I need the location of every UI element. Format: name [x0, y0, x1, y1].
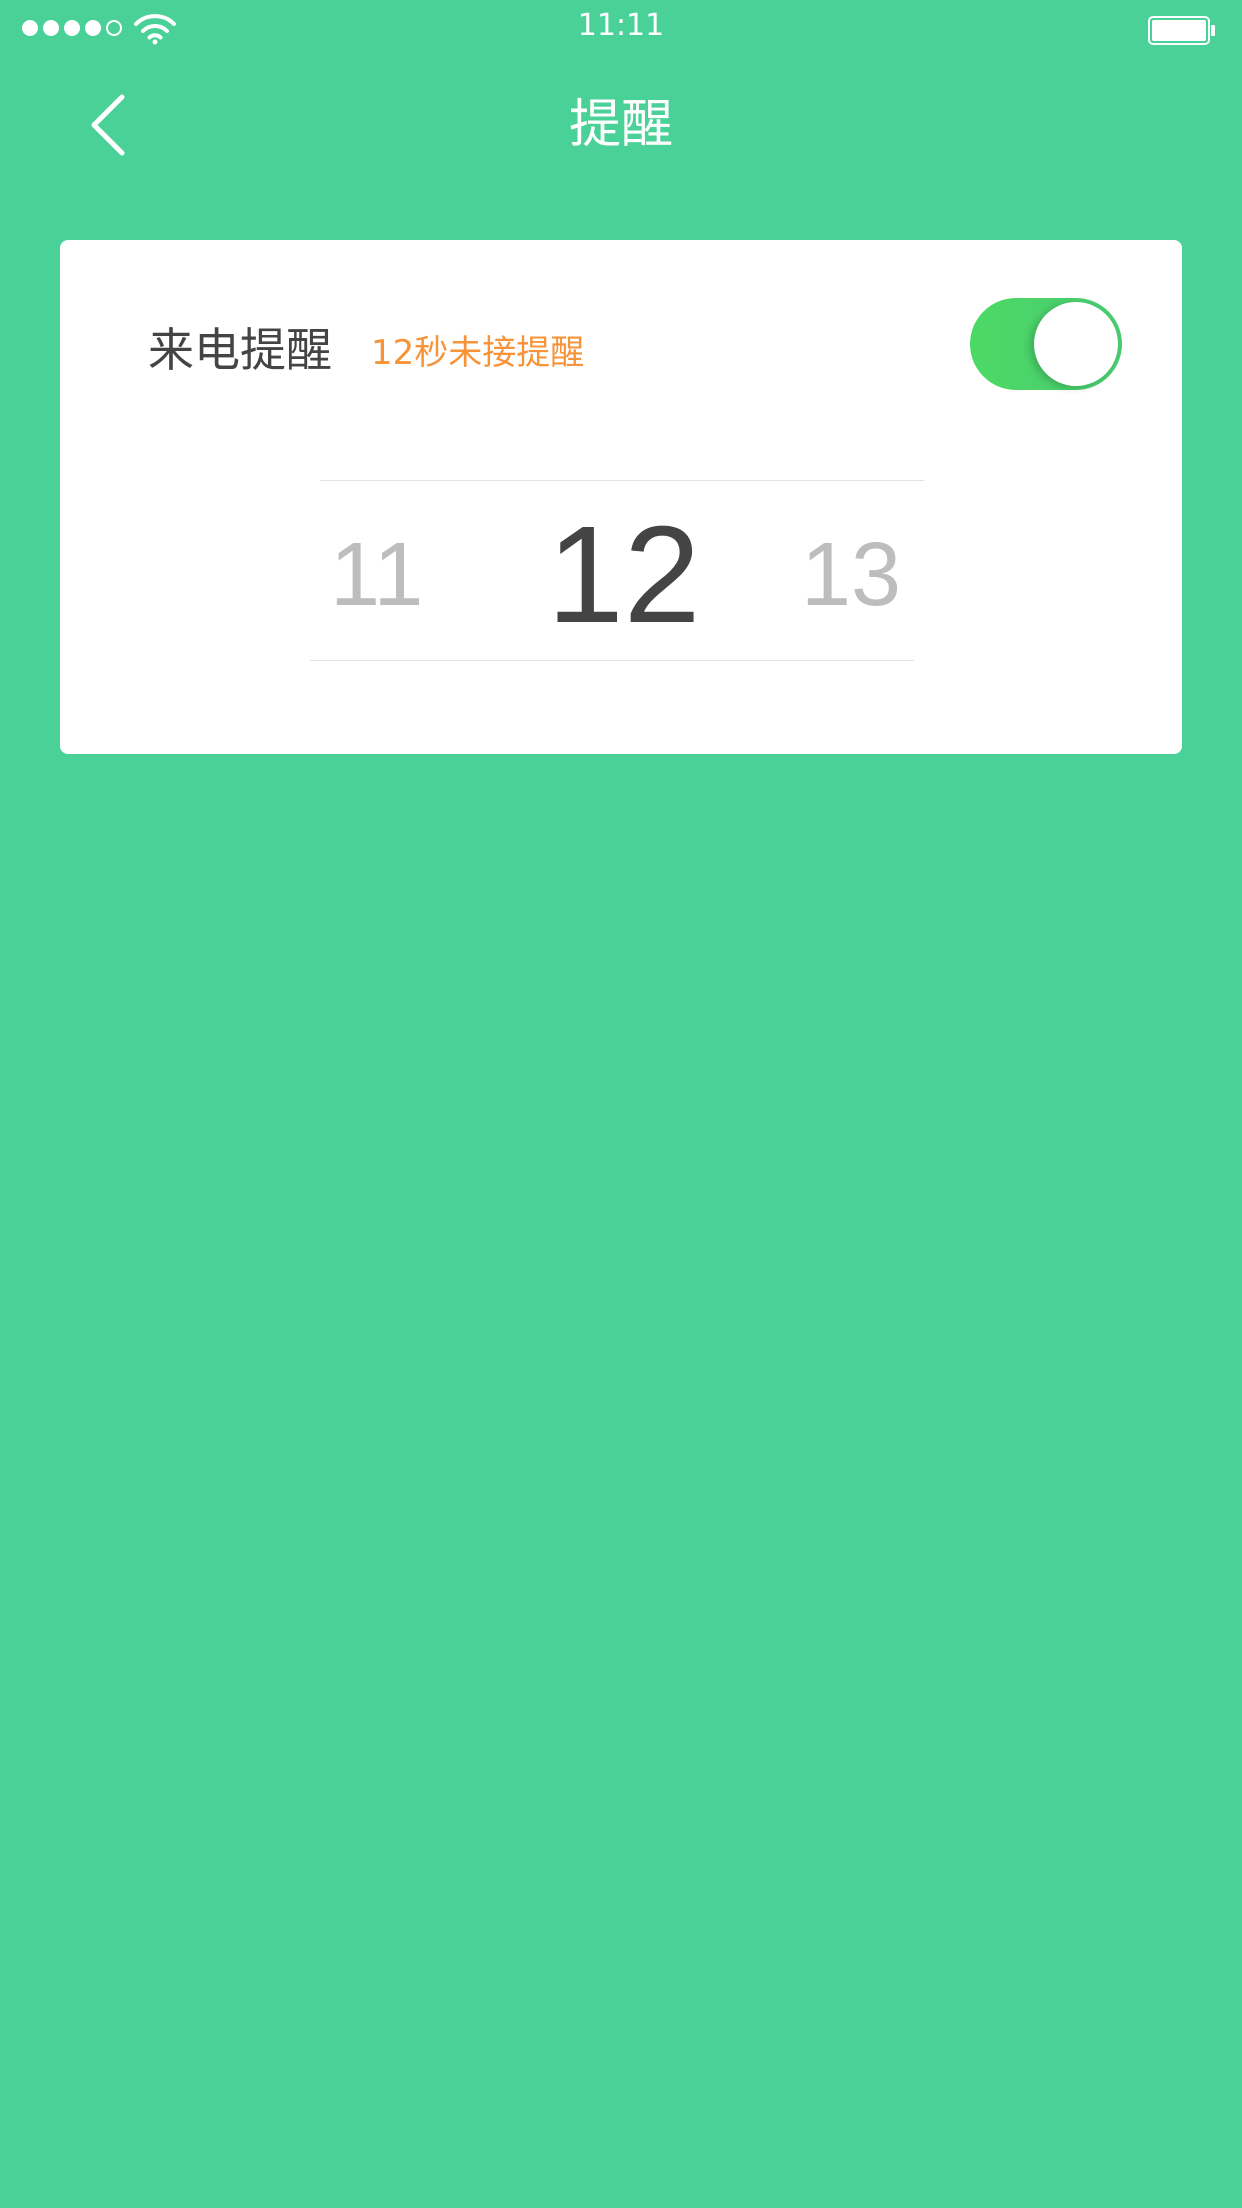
reminder-card: 来电提醒 12秒未接提醒 11 12 13: [60, 240, 1182, 754]
call-reminder-label: 来电提醒: [148, 323, 332, 377]
picker-divider-bottom: [310, 660, 914, 661]
battery-full-icon: [1148, 16, 1215, 45]
page-title: 提醒: [568, 95, 673, 155]
picker-option-prev[interactable]: 11: [330, 530, 423, 620]
picker-divider-top: [320, 480, 924, 481]
reminder-screen: 11:11 提醒 来电提醒 12秒未接提醒 11 12 13: [0, 0, 1242, 2208]
picker-option-next[interactable]: 13: [801, 530, 901, 620]
call-reminder-subtitle: 12秒未接提醒: [371, 333, 585, 373]
seconds-picker[interactable]: 11 12 13: [310, 480, 984, 661]
status-time: 11:11: [577, 8, 665, 43]
toggle-knob: [1034, 302, 1118, 386]
picker-option-selected[interactable]: 12: [547, 506, 701, 644]
status-bar: 11:11: [0, 0, 1242, 60]
call-reminder-toggle[interactable]: [970, 298, 1122, 390]
